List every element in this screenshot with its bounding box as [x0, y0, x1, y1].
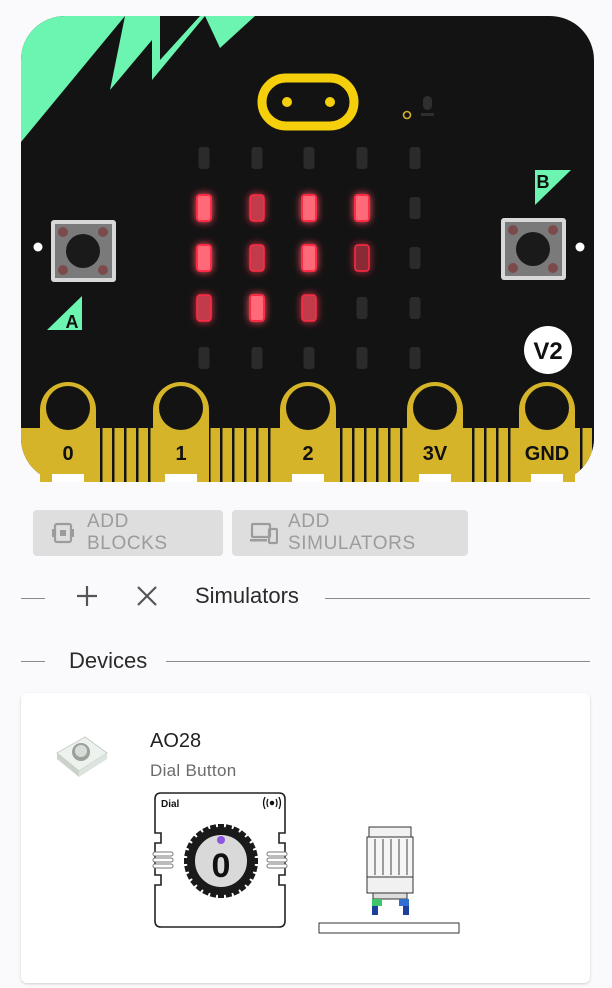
blocks-icon — [51, 520, 77, 546]
clear-simulators-button[interactable] — [132, 583, 162, 613]
edge-stripe — [484, 428, 487, 482]
led — [251, 347, 263, 369]
pin-0[interactable]: 0 — [40, 382, 96, 482]
simulators-header: Simulators — [0, 575, 612, 621]
device-type: Dial Button — [150, 761, 237, 780]
led — [354, 244, 370, 272]
button-b-label: B — [537, 172, 550, 192]
divider — [21, 661, 45, 662]
led — [356, 297, 368, 319]
edge-stripe — [112, 428, 115, 482]
version-badge-text: V2 — [533, 338, 562, 365]
pin-label: GND — [525, 443, 569, 465]
dial-value: 0 — [212, 847, 231, 885]
led — [198, 347, 210, 369]
edge-stripe — [136, 428, 139, 482]
edge-stripe — [256, 428, 259, 482]
led — [249, 194, 265, 222]
led — [409, 297, 421, 319]
led — [354, 194, 370, 222]
divider — [325, 598, 590, 599]
led — [301, 194, 317, 222]
pin-label: 1 — [175, 443, 186, 465]
led — [301, 294, 317, 322]
button-a-pad — [33, 242, 43, 252]
add-simulators-label: ADD SIMULATORS — [288, 511, 416, 554]
edge-stripe — [496, 428, 499, 482]
led — [409, 147, 421, 169]
led — [356, 147, 368, 169]
divider — [21, 598, 45, 599]
edge-stripe — [388, 428, 391, 482]
add-simulator-button[interactable] — [72, 583, 102, 613]
device-name: AO28 — [150, 730, 202, 752]
add-blocks-button[interactable]: ADD BLOCKS — [33, 510, 223, 556]
button-a[interactable] — [51, 220, 116, 282]
led — [196, 294, 212, 322]
plus-icon — [75, 584, 99, 613]
dial-label: Dial — [161, 799, 180, 810]
devices-header: Devices — [0, 640, 612, 686]
led — [409, 347, 421, 369]
button-a-label: A — [66, 312, 79, 332]
edge-stripe — [244, 428, 247, 482]
led — [249, 244, 265, 272]
add-blocks-label: ADD BLOCKS — [87, 511, 168, 554]
button-b-pad — [575, 242, 585, 252]
simulators-title: Simulators — [195, 583, 299, 608]
dial-module[interactable]: 0 Dial — [151, 791, 291, 936]
pin-2[interactable]: 2 — [280, 382, 336, 482]
pin-gnd[interactable]: GND — [519, 382, 575, 482]
devices-icon — [250, 521, 278, 545]
dial-side-view — [317, 825, 462, 942]
edge-stripe — [376, 428, 379, 482]
edge-stripe — [352, 428, 355, 482]
edge-stripe — [220, 428, 223, 482]
edge-stripe — [364, 428, 367, 482]
led — [409, 197, 421, 219]
led — [303, 347, 315, 369]
device-card: AO28 Dial Button 0 Dial — [21, 693, 590, 983]
led — [409, 247, 421, 269]
led — [301, 244, 317, 272]
led — [303, 147, 315, 169]
edge-stripe — [472, 428, 475, 482]
led — [249, 294, 265, 322]
edge-stripe — [340, 428, 343, 482]
microbit-board: A B V2 0 1 2 3V GND — [21, 16, 594, 482]
edge-stripe — [232, 428, 235, 482]
led — [198, 147, 210, 169]
edge-stripe — [124, 428, 127, 482]
edge-stripe — [592, 428, 594, 482]
edge-stripe — [148, 428, 151, 482]
close-icon — [135, 584, 159, 613]
device-thumbnail — [51, 731, 111, 786]
edge-stripe — [100, 428, 103, 482]
button-b[interactable] — [501, 218, 566, 280]
devices-title: Devices — [69, 648, 148, 673]
led — [196, 244, 212, 272]
pin-label: 3V — [423, 443, 448, 465]
pin-3v[interactable]: 3V — [407, 382, 463, 482]
add-simulators-button[interactable]: ADD SIMULATORS — [232, 510, 468, 556]
pin-label: 2 — [302, 443, 313, 465]
edge-stripe — [400, 428, 403, 482]
edge-stripe — [508, 428, 511, 482]
edge-stripe — [268, 428, 271, 482]
pin-label: 0 — [62, 443, 73, 465]
pin-1[interactable]: 1 — [153, 382, 209, 482]
led — [251, 147, 263, 169]
edge-stripe — [580, 428, 583, 482]
dial-indicator — [217, 836, 225, 844]
divider — [166, 661, 590, 662]
led — [356, 347, 368, 369]
led — [196, 194, 212, 222]
